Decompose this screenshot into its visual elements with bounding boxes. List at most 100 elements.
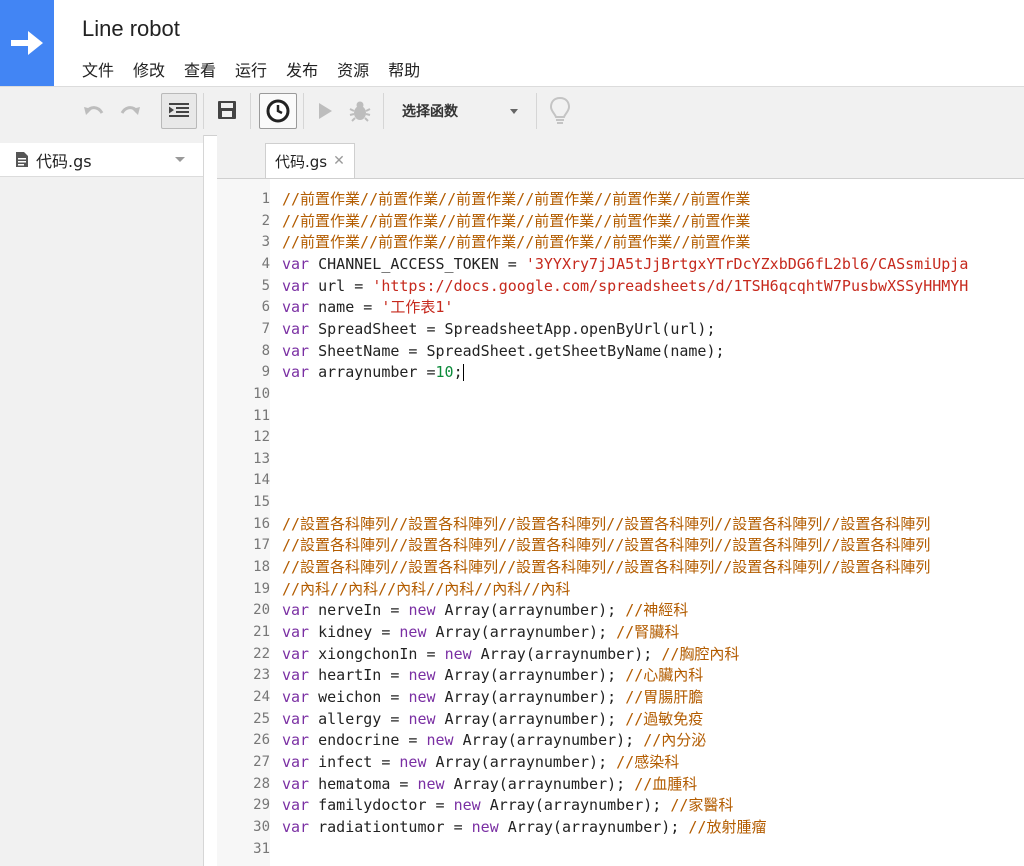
- close-icon[interactable]: ✕: [333, 153, 345, 169]
- line-number-gutter: 1 2 3 4 5 6 7 8 9 10 11 12 13 14 15 16 17 18 19 20 21 22 23 24 2…: [217, 179, 271, 866]
- code-line: //前置作業//前置作業//前置作業//前置作業//前置作業//前置作業: [282, 232, 750, 254]
- code-line: //前置作業//前置作業//前置作業//前置作業//前置作業//前置作業: [282, 211, 750, 233]
- run-button[interactable]: [312, 99, 338, 123]
- line-number: 8: [261, 342, 270, 359]
- code-line: var nerveIn = new Array(arraynumber); //…: [282, 600, 688, 622]
- code-token: //血腫科: [634, 774, 698, 793]
- code-token: //前置作業//前置作業//前置作業//前置作業//前置作業//前置作業: [282, 233, 751, 252]
- function-select-label: 选择函数: [402, 104, 458, 120]
- lightbulb-icon: [550, 97, 570, 124]
- apps-script-logo[interactable]: [0, 0, 54, 86]
- code-token: Array(arraynumber);: [480, 796, 671, 815]
- line-number: 22: [253, 645, 270, 662]
- line-number: 7: [261, 320, 270, 337]
- redo-icon: [120, 106, 140, 115]
- code-token: Array(arraynumber);: [426, 752, 617, 771]
- code-token: //內分泌: [643, 731, 707, 750]
- code-token: var: [282, 666, 310, 685]
- code-line: //設置各科陣列//設置各科陣列//設置各科陣列//設置各科陣列//設置各科陣列…: [282, 514, 930, 536]
- chevron-down-icon[interactable]: [175, 157, 185, 162]
- code-line: var SpreadSheet = SpreadsheetApp.openByU…: [282, 319, 715, 341]
- code-token: Array(arraynumber);: [471, 644, 662, 663]
- code-token: //放射腫瘤: [688, 817, 767, 836]
- line-number: 25: [253, 710, 270, 727]
- code-token: //腎臟科: [616, 623, 680, 641]
- code-token: //過敏免疫: [625, 709, 704, 728]
- code-editor[interactable]: //前置作業//前置作業//前置作業//前置作業//前置作業//前置作業 //前置…: [270, 179, 1024, 866]
- code-token: new: [408, 709, 436, 728]
- code-line: var arraynumber =10;: [282, 362, 464, 384]
- line-number: 17: [253, 537, 270, 554]
- code-line: var CHANNEL_ACCESS_TOKEN = '3YYXry7jJA5t…: [282, 254, 968, 276]
- line-number: 21: [253, 624, 270, 640]
- code-token: kidney =: [309, 623, 400, 641]
- code-token: //內科//內科//內科//內科//內科//內科: [282, 579, 571, 598]
- menu-view[interactable]: 查看: [182, 55, 218, 83]
- code-token: endocrine =: [309, 731, 427, 750]
- triggers-button[interactable]: [259, 93, 297, 129]
- function-select[interactable]: 选择函数: [390, 93, 528, 129]
- file-item[interactable]: 代码.gs: [0, 143, 203, 177]
- toolbar: 选择函数: [0, 86, 1024, 136]
- code-token: arraynumber =: [309, 363, 436, 382]
- indent-button[interactable]: [161, 93, 197, 129]
- indent-icon: [169, 103, 189, 117]
- undo-button[interactable]: [80, 99, 108, 123]
- code-token: Array(arraynumber);: [426, 623, 617, 641]
- code-token: //設置各科陣列//設置各科陣列//設置各科陣列//設置各科陣列//設置各科陣列…: [282, 536, 931, 555]
- code-token: //設置各科陣列//設置各科陣列//設置各科陣列//設置各科陣列//設置各科陣列…: [282, 514, 931, 533]
- code-token: '3YYXry7jJA5tJjBrtgxYTrDcYZxbDG6fL2bl6/C…: [525, 254, 969, 273]
- code-line: var radiationtumor = new Array(arraynumb…: [282, 817, 766, 839]
- code-line: var SheetName = SpreadSheet.getSheetByNa…: [282, 341, 725, 363]
- line-number: 27: [253, 753, 270, 770]
- line-number: 14: [253, 472, 270, 489]
- line-number: 12: [253, 429, 270, 446]
- menu-bar: 文件 修改 查看 运行 发布 资源 帮助: [80, 55, 437, 83]
- menu-help[interactable]: 帮助: [386, 55, 422, 83]
- editor-tab-strip: 代码.gs ✕: [217, 135, 1024, 179]
- line-number: 23: [253, 667, 270, 684]
- code-token: var: [282, 752, 310, 771]
- arrow-right-icon: [11, 31, 43, 55]
- code-token: Array(arraynumber);: [435, 601, 626, 620]
- save-icon: [218, 101, 236, 119]
- code-token: var: [282, 687, 310, 706]
- code-token: //胃腸肝膽: [625, 687, 704, 706]
- menu-edit[interactable]: 修改: [131, 55, 167, 83]
- code-line: var hematoma = new Array(arraynumber); /…: [282, 774, 697, 796]
- file-sidebar: 代码.gs: [0, 135, 204, 866]
- code-token: 10: [435, 363, 454, 382]
- lightbulb-button[interactable]: [546, 95, 574, 127]
- code-token: CHANNEL_ACCESS_TOKEN =: [309, 254, 526, 273]
- code-token: var: [282, 817, 310, 836]
- toolbar-separator: [303, 93, 304, 129]
- project-title[interactable]: Line robot: [82, 16, 180, 42]
- menu-publish[interactable]: 发布: [284, 55, 320, 83]
- line-number: 9: [261, 364, 270, 381]
- text-cursor: [462, 364, 464, 382]
- code-token: var: [282, 298, 310, 317]
- code-token: var: [282, 341, 310, 360]
- tab-code-gs[interactable]: 代码.gs ✕: [265, 143, 355, 178]
- code-token: var: [282, 601, 310, 620]
- menu-run[interactable]: 运行: [233, 55, 269, 83]
- clock-icon: [266, 99, 290, 123]
- menu-resources[interactable]: 资源: [335, 55, 371, 83]
- redo-button[interactable]: [116, 99, 144, 123]
- code-token: //前置作業//前置作業//前置作業//前置作業//前置作業//前置作業: [282, 190, 751, 208]
- save-button[interactable]: [212, 96, 242, 124]
- line-number: 11: [253, 407, 270, 424]
- debug-button[interactable]: [346, 97, 374, 125]
- toolbar-separator: [203, 93, 204, 129]
- code-line: var kidney = new Array(arraynumber); //腎…: [282, 622, 679, 644]
- code-line: var allergy = new Array(arraynumber); //…: [282, 709, 703, 731]
- code-line: var familydoctor = new Array(arraynumber…: [282, 795, 733, 817]
- toolbar-separator: [383, 93, 384, 129]
- code-line: var name = '工作表1': [282, 297, 453, 319]
- code-line: //設置各科陣列//設置各科陣列//設置各科陣列//設置各科陣列//設置各科陣列…: [282, 535, 930, 557]
- code-token: //心臟內科: [625, 666, 704, 685]
- code-token: Array(arraynumber);: [435, 666, 626, 685]
- menu-file[interactable]: 文件: [80, 55, 116, 83]
- line-number: 1: [261, 191, 270, 207]
- code-token: var: [282, 774, 310, 793]
